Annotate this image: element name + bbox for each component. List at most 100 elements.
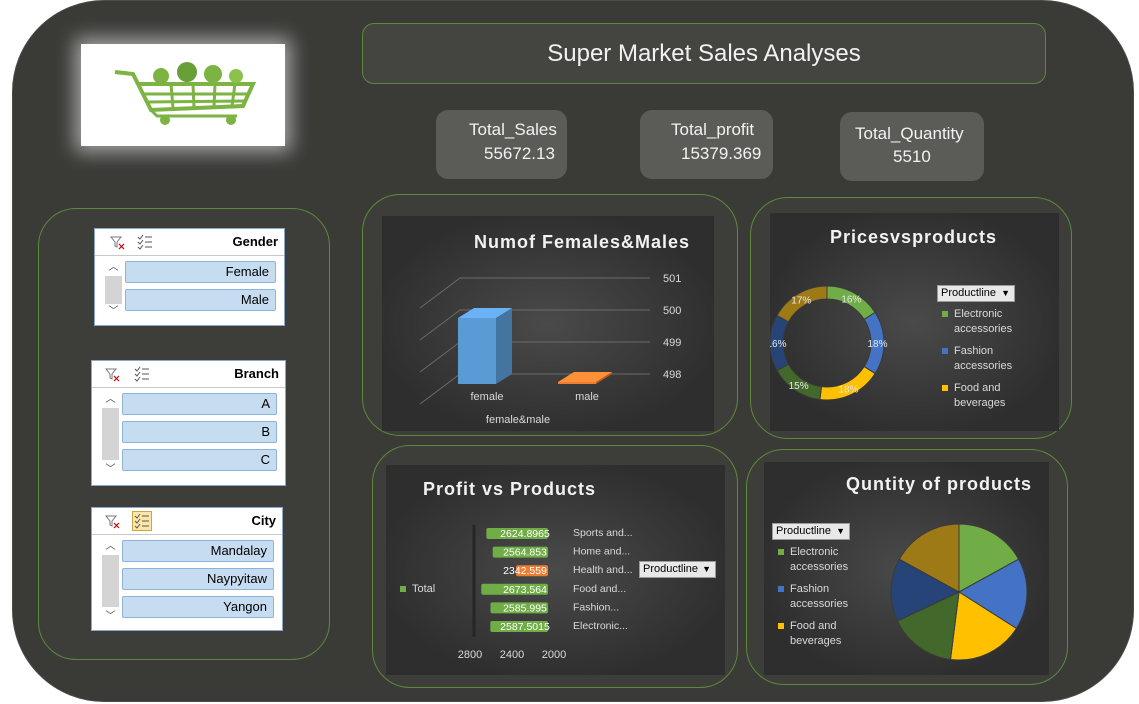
slicer-gender-item-male[interactable]: Male [125,289,276,311]
slicer-city[interactable]: City ︿ ﹀ Mandalay Naypyitaw Yangon [91,507,283,631]
chart-quantity-filter-button[interactable]: Productline ▼ [772,523,850,540]
chart-profit-filter-button[interactable]: Productline ▼ [639,561,716,578]
kpi-total-sales-value: 55672.13 [484,144,555,163]
slice-label: 18% [838,385,858,396]
kpi-total-profit-label: Total_profit [671,120,755,139]
chart-profit-area: Profit vs Products 2624.8965 Sports and..… [386,465,725,675]
slicer-city-item-naypyitaw[interactable]: Naypyitaw [122,568,274,590]
x-tick-label: 2000 [542,649,566,661]
multi-select-icon[interactable] [132,511,152,531]
slice-label: 16% [841,295,861,306]
slicer-gender-header: Gender [95,229,284,256]
gridline [419,309,650,341]
logo [81,44,285,146]
multi-select-icon[interactable] [134,366,150,382]
x-tick-label: 2400 [500,649,524,661]
kpi-total-quantity-value: 5510 [893,147,931,166]
slicer-branch-item-c[interactable]: C [122,449,277,471]
kpi-total-quantity-label: Total_Quantity [855,124,964,143]
chart-prices-legend: Electronic accessories Fashion accessories… [942,307,1052,417]
slice-label: 16% [770,339,787,350]
bar-female [458,318,496,384]
y-tick-label: 499 [663,337,681,349]
bar-male [558,382,596,384]
clear-filter-icon[interactable] [104,513,120,529]
bar-value-label: 2587.5015 [500,621,550,633]
filter-button-label: Productline [941,287,997,299]
category-label: Home and... [573,546,630,558]
dropdown-arrow-icon: ▼ [702,564,711,574]
clear-filter-icon[interactable] [109,234,125,250]
slicer-gender-item-female[interactable]: Female [125,261,276,283]
scroll-up-icon[interactable]: ︿ [102,394,119,406]
filter-button-label: Productline [776,525,832,537]
slicer-branch-item-b[interactable]: B [122,421,277,443]
dropdown-arrow-icon: ▼ [1001,288,1010,298]
bar-side-female [496,308,512,384]
x-axis-label: female&male [486,414,550,426]
kpi-total-sales: Total_Sales 55672.13 [436,110,567,179]
x-tick-label: male [575,391,599,403]
bar-value-label: 2673.564 [503,584,547,596]
slicer-branch[interactable]: Branch ︿ ﹀ A B C [91,360,286,486]
chart-gender-area: Numof Females&Males 498 499 500 501 female ma… [382,216,714,431]
bar-value-label: 2564.853 [503,547,547,559]
slice-label: 15% [789,381,809,392]
scroll-down-icon[interactable]: ﹀ [102,611,119,623]
y-tick-label: 498 [663,369,681,381]
chart-profit-legend: Total [400,582,460,598]
slicer-branch-header: Branch [92,361,285,388]
bar-value-label: 2585.995 [503,602,547,614]
gridline [419,277,650,309]
slicer-gender[interactable]: Gender ︿ ﹀ Female Male [94,228,285,326]
dropdown-arrow-icon: ▼ [836,526,845,536]
category-label: Sports and... [573,527,633,539]
kpi-total-profit: Total_profit 15379.369 [640,110,773,179]
slicer-branch-title: Branch [234,366,279,381]
scroll-down-icon[interactable]: ﹀ [105,306,122,318]
gridline [419,341,650,373]
slicer-city-header: City [92,508,282,535]
slicer-city-scrollbar[interactable]: ︿ ﹀ [102,541,119,623]
slicer-city-item-yangon[interactable]: Yangon [122,596,274,618]
slicer-city-title: City [251,513,276,528]
x-tick-label: female [470,391,503,403]
slicer-gender-scrollbar[interactable]: ︿ ﹀ [105,262,122,318]
category-label: Electronic... [573,620,628,632]
filter-button-label: Productline [643,563,699,575]
scroll-down-icon[interactable]: ﹀ [102,464,119,476]
slicer-gender-title: Gender [232,234,278,249]
slice-label: 17% [791,296,811,307]
clear-filter-icon[interactable] [104,366,120,382]
scroll-thumb[interactable] [105,276,122,304]
scroll-up-icon[interactable]: ︿ [105,262,122,274]
scroll-thumb[interactable] [102,555,119,607]
x-tick-label: 2800 [458,649,482,661]
chart-quantity-area: Quntity of products Productline ▼ Electr… [764,462,1049,675]
category-label: Health and... [573,564,633,576]
kpi-total-sales-label: Total_Sales [469,120,557,139]
y-tick-label: 501 [663,273,681,285]
y-tick-label: 500 [663,305,681,317]
multi-select-icon[interactable] [137,234,153,250]
chart-quantity-legend: Electronic accessories Fashion accessories… [778,545,878,655]
bar-value-label: 2342.559 [503,565,547,577]
slice-label: 18% [867,339,887,350]
slicer-city-item-mandalay[interactable]: Mandalay [122,540,274,562]
dashboard-title-box: Super Market Sales Analyses [362,23,1046,84]
chart-prices-area: Pricesvsproducts 16%18%18%15%16%17% Prod… [770,213,1059,431]
bar-value-label: 2624.8965 [500,528,550,540]
scroll-up-icon[interactable]: ︿ [102,541,119,553]
slicer-branch-item-a[interactable]: A [122,393,277,415]
chart-gender-svg: 498 499 500 501 female male female&male [419,273,681,426]
chart-prices-filter-button[interactable]: Productline ▼ [937,285,1015,302]
category-label: Food and... [573,583,626,595]
gridline [419,373,650,405]
scroll-thumb[interactable] [102,408,119,460]
shopping-cart-logo-icon [114,62,257,125]
dashboard-title: Super Market Sales Analyses [547,39,861,67]
kpi-total-profit-value: 15379.369 [681,144,762,163]
category-label: Fashion... [573,601,619,613]
slicer-branch-scrollbar[interactable]: ︿ ﹀ [102,394,119,478]
kpi-total-quantity: Total_Quantity 5510 [840,112,984,181]
